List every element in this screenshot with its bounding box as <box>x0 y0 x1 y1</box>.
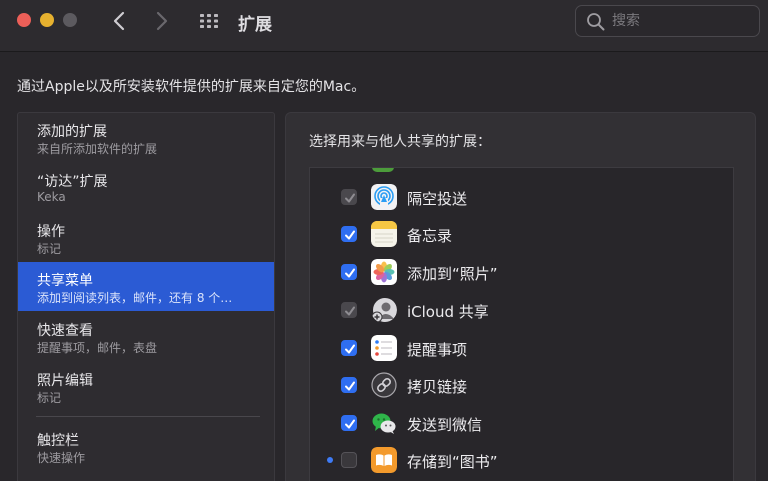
sidebar-item-subtitle: 来自所添加软件的扩展 <box>37 142 158 156</box>
wechat-icon <box>371 410 397 436</box>
books-icon <box>371 447 397 473</box>
airdrop-icon <box>371 184 397 210</box>
extension-label: 存储到“图书” <box>407 453 498 471</box>
extension-label: iCloud 共享 <box>407 303 489 321</box>
window-title: 扩展 <box>238 15 272 35</box>
checkmark-icon <box>345 419 355 429</box>
list-item[interactable]: 拷贝链接 <box>310 367 733 404</box>
sidebar-item-title: 添加的扩展 <box>37 124 107 140</box>
sidebar-item-subtitle: Keka <box>37 190 66 204</box>
sidebar-item-title: “访达”扩展 <box>37 174 108 190</box>
list-item[interactable]: 添加到“照片” <box>310 254 733 291</box>
sidebar-item-finder-extensions[interactable]: “访达”扩展 Keka <box>18 163 274 212</box>
list-item[interactable]: 提醒事项 <box>310 330 733 367</box>
forward-button[interactable] <box>150 9 172 33</box>
extension-checkbox[interactable] <box>341 377 357 393</box>
sidebar-item-photos-editing[interactable]: 照片编辑 标记 <box>18 362 274 411</box>
sidebar-item-quick-look[interactable]: 快速查看 提醒事项，邮件，表盘 <box>18 312 274 361</box>
list-item[interactable]: 发送到微信 <box>310 405 733 442</box>
list-item[interactable]: iCloud 共享 <box>310 292 733 329</box>
window-toolbar: 扩展 <box>0 0 768 52</box>
extension-checkbox[interactable] <box>341 302 357 318</box>
photos-icon <box>371 259 397 285</box>
extension-label: 添加到“照片” <box>407 265 498 283</box>
extension-checkbox[interactable] <box>341 264 357 280</box>
minimize-window-button[interactable] <box>40 13 54 27</box>
sidebar-item-share-menu[interactable]: 共享菜单 添加到阅读列表，邮件，还有 8 个… <box>18 262 274 311</box>
sidebar-item-actions[interactable]: 操作 标记 <box>18 213 274 262</box>
grid-icon <box>200 14 218 28</box>
sidebar-item-title: 照片编辑 <box>37 373 93 389</box>
extension-category-list: 添加的扩展 来自所添加软件的扩展 “访达”扩展 Keka 操作 标记 共享菜单 … <box>17 112 275 481</box>
list-item[interactable]: 隔空投送 <box>310 179 733 216</box>
sidebar-item-title: 操作 <box>37 224 65 240</box>
share-extensions-panel: 选择用来与他人共享的扩展： 隔空投送 备忘录 添加到“照片” iCloud 共享… <box>285 112 756 481</box>
checkmark-icon <box>345 230 355 240</box>
extension-label: 备忘录 <box>407 227 453 245</box>
icloud-sharing-icon <box>371 297 397 323</box>
list-item[interactable]: 备忘录 <box>310 216 733 253</box>
sidebar-item-subtitle: 标记 <box>37 242 62 256</box>
sidebar-item-title: 快速查看 <box>37 323 93 339</box>
zoom-window-button[interactable] <box>63 13 77 27</box>
list-divider <box>36 416 260 417</box>
chevron-left-icon <box>113 11 125 31</box>
extension-label: 提醒事项 <box>407 341 468 359</box>
search-icon <box>587 13 605 31</box>
sidebar-item-title: 共享菜单 <box>37 273 93 289</box>
checkmark-icon <box>345 344 355 354</box>
reminders-icon <box>371 335 397 361</box>
sidebar-item-title: 触控栏 <box>37 433 79 449</box>
search-input[interactable] <box>612 11 752 31</box>
new-indicator-dot <box>327 457 333 463</box>
checkmark-icon <box>345 193 355 203</box>
extension-label: 发送到微信 <box>407 416 483 434</box>
list-item[interactable]: 存储到“图书” <box>310 442 733 479</box>
extension-list[interactable]: 隔空投送 备忘录 添加到“照片” iCloud 共享 提醒事项 拷贝链接 发送到… <box>309 167 734 481</box>
sidebar-item-added-extensions[interactable]: 添加的扩展 来自所添加软件的扩展 <box>18 113 274 162</box>
checkmark-icon <box>345 268 355 278</box>
copy-link-icon <box>371 372 397 398</box>
search-field[interactable] <box>575 5 760 37</box>
close-window-button[interactable] <box>17 13 31 27</box>
show-all-button[interactable] <box>198 11 222 31</box>
sidebar-item-subtitle: 快速操作 <box>37 451 86 465</box>
sidebar-item-subtitle: 标记 <box>37 391 62 405</box>
sidebar-item-subtitle: 添加到阅读列表，邮件，还有 8 个… <box>37 291 233 305</box>
extension-label: 隔空投送 <box>407 190 468 208</box>
extension-label: 拷贝链接 <box>407 378 468 396</box>
back-button[interactable] <box>109 9 131 33</box>
checkmark-icon <box>345 306 355 316</box>
extension-checkbox[interactable] <box>341 415 357 431</box>
extension-checkbox[interactable] <box>341 340 357 356</box>
description-text: 通过Apple以及所安装软件提供的扩展来自定您的Mac。 <box>17 79 366 95</box>
checkmark-icon <box>345 381 355 391</box>
extension-checkbox[interactable] <box>341 452 357 468</box>
extension-checkbox[interactable] <box>341 226 357 242</box>
notes-icon <box>371 221 397 247</box>
sidebar-item-touch-bar[interactable]: 触控栏 快速操作 <box>18 422 274 471</box>
panel-header: 选择用来与他人共享的扩展： <box>309 134 491 150</box>
sidebar-item-subtitle: 提醒事项，邮件，表盘 <box>37 341 158 355</box>
extension-checkbox[interactable] <box>341 189 357 205</box>
partial-app-icon <box>372 168 394 172</box>
chevron-right-icon <box>156 11 168 31</box>
